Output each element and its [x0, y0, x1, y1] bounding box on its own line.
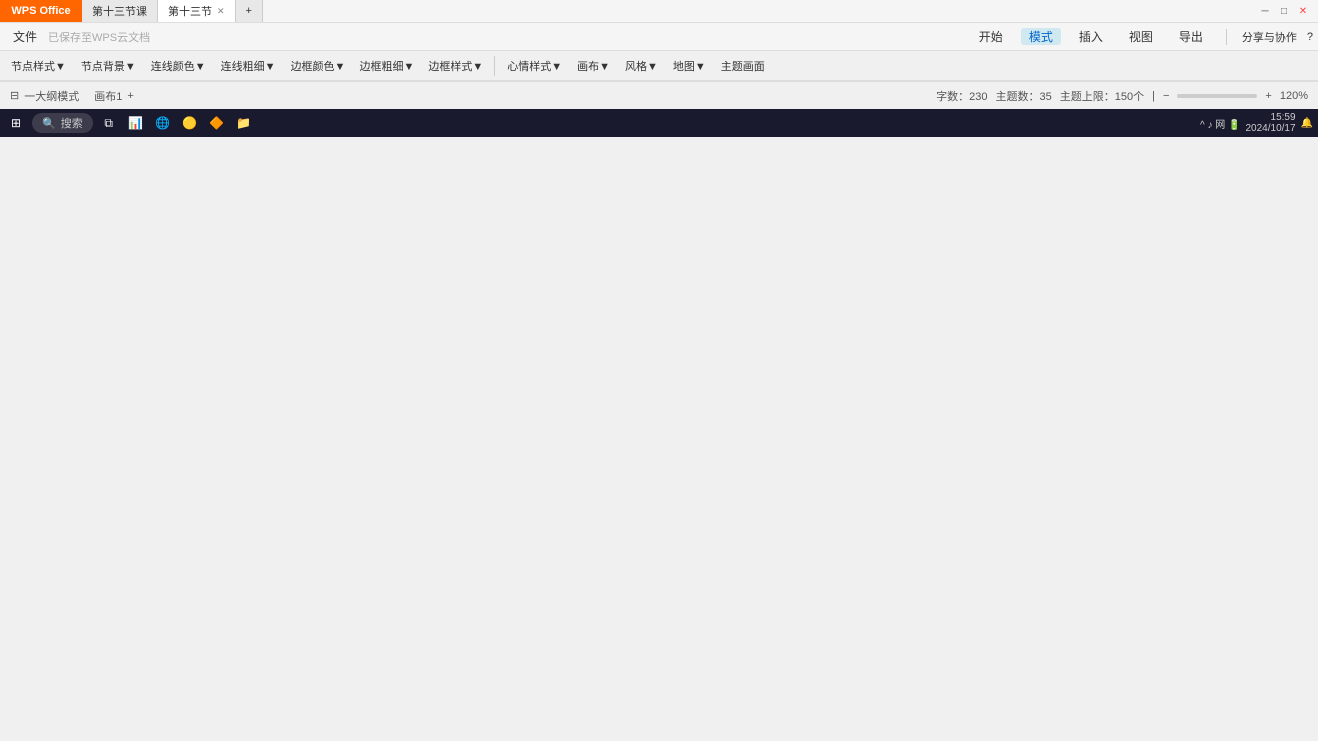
taskbar-app4[interactable]: 🔶: [206, 112, 228, 134]
app-logo: WPS Office: [0, 0, 82, 22]
mood-style-btn[interactable]: 心情样式▼: [501, 56, 568, 76]
canvas-area: 画布1 +: [94, 88, 134, 104]
new-tab-btn[interactable]: +: [236, 0, 263, 22]
view-mode-label: 一大纲模式: [24, 88, 79, 104]
border-style-btn[interactable]: 边框样式▼: [422, 56, 489, 76]
node-bg-btn[interactable]: 节点背景▼: [75, 56, 142, 76]
taskbar: ⊞ 🔍 搜索 ⧉ 📊 🌐 🟡 🔶 📁 ^ ♪ 网 🔋 15:59 2024/10…: [0, 109, 1318, 137]
close-button[interactable]: ✕: [1296, 4, 1310, 18]
taskbar-app2[interactable]: 🌐: [152, 112, 174, 134]
taskbar-app5[interactable]: 📁: [233, 112, 255, 134]
canvas-btn[interactable]: 画布▼: [571, 56, 616, 76]
start-button[interactable]: ⊞: [5, 112, 27, 134]
word-count: 字数：230: [936, 88, 987, 104]
node-style-btn[interactable]: 节点样式▼: [5, 56, 72, 76]
border-group: 边框颜色▼ 边框粗细▼ 边框样式▼: [285, 56, 496, 76]
menu-bar: 文件 已保存至WPS云文档 开始 模式 插入 视图 导出 分享与协作 ?: [0, 23, 1318, 51]
style-btn[interactable]: 风格▼: [619, 56, 664, 76]
taskbar-app1[interactable]: 📊: [125, 112, 147, 134]
border-color-btn[interactable]: 边框颜色▼: [285, 56, 352, 76]
separator-1: |: [1152, 90, 1155, 102]
menu-right: 开始 模式 插入 视图 导出 分享与协作 ?: [971, 28, 1313, 45]
zoom-slider[interactable]: [1177, 94, 1257, 98]
toolbar-start[interactable]: 开始: [971, 28, 1011, 45]
menu-file[interactable]: 文件: [5, 23, 45, 50]
tab-bar: 第十三节课 第十三节 ✕ +: [82, 0, 1258, 22]
status-bar: ⊟ 一大纲模式 画布1 + 字数：230 主题数：35 主题上限：150个 | …: [0, 81, 1318, 109]
toolbar: 节点样式▼ 节点背景▼ 连线颜色▼ 连线粗细▼ 边框颜色▼ 边框粗细▼ 边框样式…: [0, 51, 1318, 81]
view-mode-area: ⊟ 一大纲模式: [10, 88, 79, 104]
border-weight-btn[interactable]: 边框粗细▼: [353, 56, 420, 76]
search-bar[interactable]: 🔍 搜索: [32, 113, 93, 133]
window-controls: ─ □ ✕: [1258, 4, 1318, 18]
taskbar-right: ^ ♪ 网 🔋 15:59 2024/10/17 🔔: [1200, 112, 1313, 134]
topic-count: 主题数：35: [996, 88, 1052, 104]
search-placeholder: 搜索: [61, 115, 83, 131]
minimize-button[interactable]: ─: [1258, 4, 1272, 18]
taskview-btn[interactable]: ⧉: [98, 112, 120, 134]
notification-btn[interactable]: 🔔: [1301, 118, 1313, 129]
line-color-btn[interactable]: 连线颜色▼: [145, 56, 212, 76]
toolbar-export[interactable]: 导出: [1171, 28, 1211, 45]
share-btn[interactable]: 分享与协作: [1242, 29, 1297, 45]
tab-1[interactable]: 第十三节课: [82, 0, 158, 22]
tab-2-close[interactable]: ✕: [217, 6, 225, 17]
map-btn[interactable]: 地图▼: [667, 56, 712, 76]
title-bar: WPS Office 第十三节课 第十三节 ✕ + ─ □ ✕: [0, 0, 1318, 23]
taskbar-app3[interactable]: 🟡: [179, 112, 201, 134]
system-icons: ^ ♪ 网 🔋: [1200, 116, 1240, 131]
zoom-level: 120%: [1280, 90, 1308, 102]
taskbar-clock: 15:59 2024/10/17: [1245, 112, 1295, 134]
status-right: 字数：230 主题数：35 主题上限：150个 | − + 120%: [936, 88, 1308, 104]
topic-limit: 主题上限：150个: [1060, 88, 1144, 104]
help-btn[interactable]: ?: [1307, 31, 1313, 43]
line-weight-btn[interactable]: 连线粗细▼: [215, 56, 282, 76]
toolbar-view[interactable]: 视图: [1121, 28, 1161, 45]
tab-2-label: 第十三节: [168, 3, 212, 19]
canvas-add[interactable]: +: [127, 90, 133, 102]
toolbar-insert[interactable]: 插入: [1071, 28, 1111, 45]
tab-1-label: 第十三节课: [92, 3, 147, 19]
theme-btn[interactable]: 主题画面: [715, 56, 771, 76]
maximize-button[interactable]: □: [1277, 4, 1291, 18]
search-icon: 🔍: [42, 117, 56, 130]
toolbar-mode[interactable]: 模式: [1021, 28, 1061, 45]
tab-2[interactable]: 第十三节 ✕: [158, 0, 236, 22]
zoom-out-btn[interactable]: −: [1163, 90, 1169, 102]
view-mode-icon: ⊟: [10, 89, 19, 102]
zoom-in-btn[interactable]: +: [1265, 90, 1271, 102]
canvas-label: 画布1: [94, 88, 122, 104]
